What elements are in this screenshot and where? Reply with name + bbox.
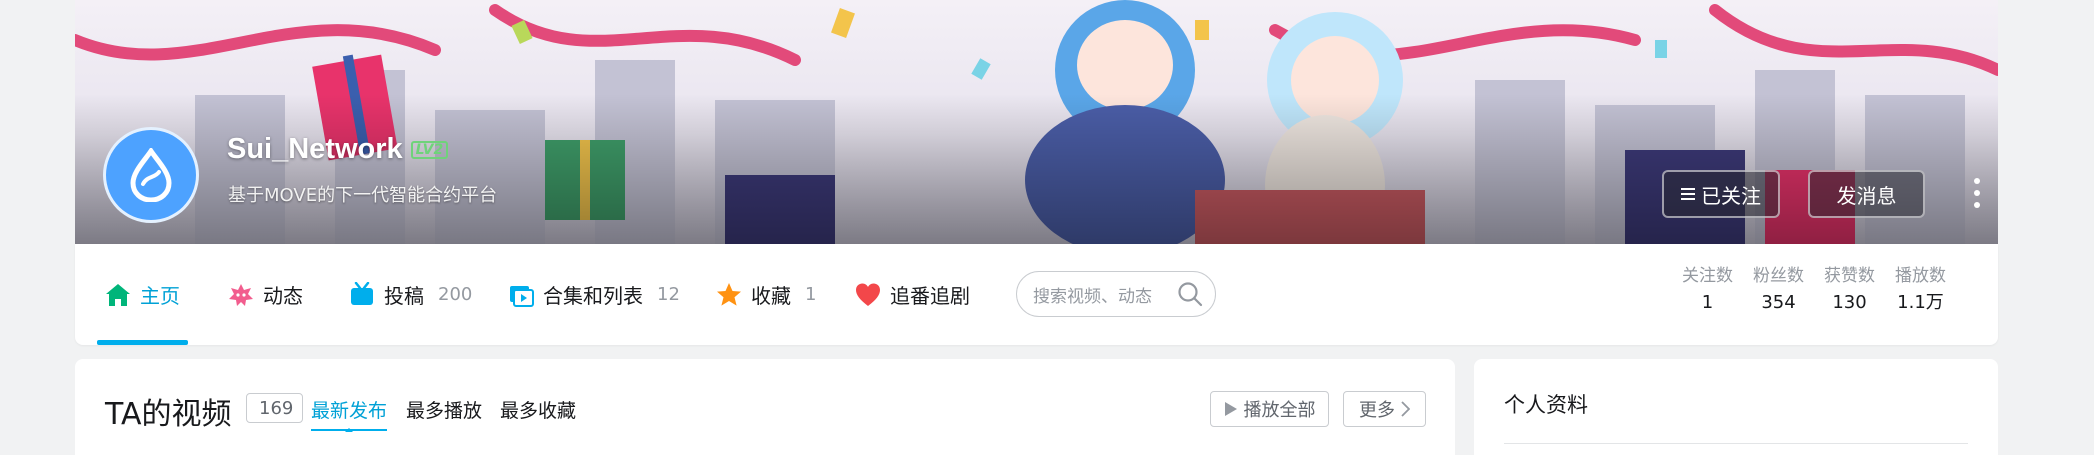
profile-title: 个人资料 [1504, 393, 1588, 417]
stat-label: 播放数 [1895, 266, 1946, 286]
send-message-label: 发消息 [1836, 183, 1897, 208]
following-label: 已关注 [1701, 183, 1761, 208]
send-message-button[interactable]: 发消息 [1808, 170, 1925, 218]
heart-icon [855, 282, 881, 308]
tab-home[interactable]: 主页 [97, 244, 188, 345]
sort-most-played[interactable]: 最多播放 [406, 396, 482, 423]
more-label: 更多 [1359, 400, 1395, 421]
avatar[interactable] [103, 127, 199, 223]
stat-following[interactable]: 关注数 1 [1682, 264, 1733, 318]
space-search-input[interactable]: 搜索视频、动态 [1016, 271, 1216, 317]
tv-icon [349, 281, 375, 308]
tab-bangumi-label: 追番追剧 [890, 284, 970, 308]
play-all-button[interactable]: 播放全部 [1210, 391, 1329, 427]
user-bio: 基于MOVE的下一代智能合约平台 [228, 185, 498, 206]
username[interactable]: Sui_Network [227, 133, 403, 166]
space-nav: 主页 动态 投稿 200 合集和列表 12 收藏 1 追番追剧 搜索视频、动态 … [75, 244, 1998, 345]
following-button[interactable]: 已关注 [1662, 170, 1780, 218]
more-videos-button[interactable]: 更多 [1343, 391, 1426, 427]
name-row: Sui_Network LV2 [227, 133, 449, 166]
tab-dynamic[interactable]: 动态 [228, 244, 303, 345]
sort-most-favorited[interactable]: 最多收藏 [500, 396, 576, 423]
banner-overlay [75, 94, 1998, 244]
play-all-label: 播放全部 [1243, 400, 1316, 421]
tab-collections-count: 12 [657, 284, 680, 305]
more-options-icon[interactable] [1970, 178, 1984, 208]
videos-section: TA的视频 169 最新发布 最多播放 最多收藏 播放全部 更多 [75, 359, 1455, 455]
star-icon [716, 282, 742, 308]
tab-uploads[interactable]: 投稿 200 [349, 244, 472, 345]
tab-uploads-count: 200 [438, 284, 473, 305]
chevron-right-icon [1401, 401, 1410, 417]
stat-label: 获赞数 [1824, 266, 1875, 286]
stat-value: 130 [1832, 292, 1867, 313]
home-icon [105, 282, 131, 308]
tab-uploads-label: 投稿 [384, 284, 424, 308]
section-title: TA的视频 [105, 397, 232, 432]
collection-icon [508, 282, 534, 308]
stat-likes: 获赞数 130 [1824, 264, 1875, 318]
stat-value: 1 [1701, 292, 1714, 313]
video-count-badge: 169 [246, 393, 304, 423]
stat-value: 354 [1761, 292, 1796, 313]
sui-logo-icon [130, 148, 172, 202]
play-icon [1224, 402, 1237, 416]
tab-dynamic-label: 动态 [263, 284, 303, 308]
level-badge: LV2 [410, 140, 449, 159]
tab-home-label: 主页 [140, 284, 180, 308]
stat-label: 关注数 [1682, 266, 1733, 286]
profile-section: 个人资料 [1474, 359, 1998, 455]
dynamic-icon [228, 282, 254, 308]
tab-favorites[interactable]: 收藏 1 [716, 244, 816, 345]
tab-bangumi[interactable]: 追番追剧 [855, 244, 970, 345]
tab-favorites-count: 1 [805, 284, 817, 305]
search-icon[interactable] [1177, 281, 1203, 307]
stat-followers[interactable]: 粉丝数 354 [1753, 264, 1804, 318]
stat-value: 1.1万 [1897, 292, 1944, 313]
tab-collections[interactable]: 合集和列表 12 [508, 244, 680, 345]
sort-latest[interactable]: 最新发布 [311, 396, 388, 432]
tab-favorites-label: 收藏 [751, 284, 791, 308]
profile-banner: Sui_Network LV2 基于MOVE的下一代智能合约平台 已关注 发消息 [75, 0, 1998, 244]
stat-plays: 播放数 1.1万 [1895, 264, 1946, 318]
search-placeholder: 搜索视频、动态 [1033, 286, 1152, 307]
stat-label: 粉丝数 [1753, 266, 1804, 286]
divider [1504, 443, 1968, 444]
user-stats: 关注数 1 粉丝数 354 获赞数 130 播放数 1.1万 [1682, 264, 1946, 318]
menu-icon [1681, 188, 1695, 200]
tab-collections-label: 合集和列表 [543, 284, 643, 308]
